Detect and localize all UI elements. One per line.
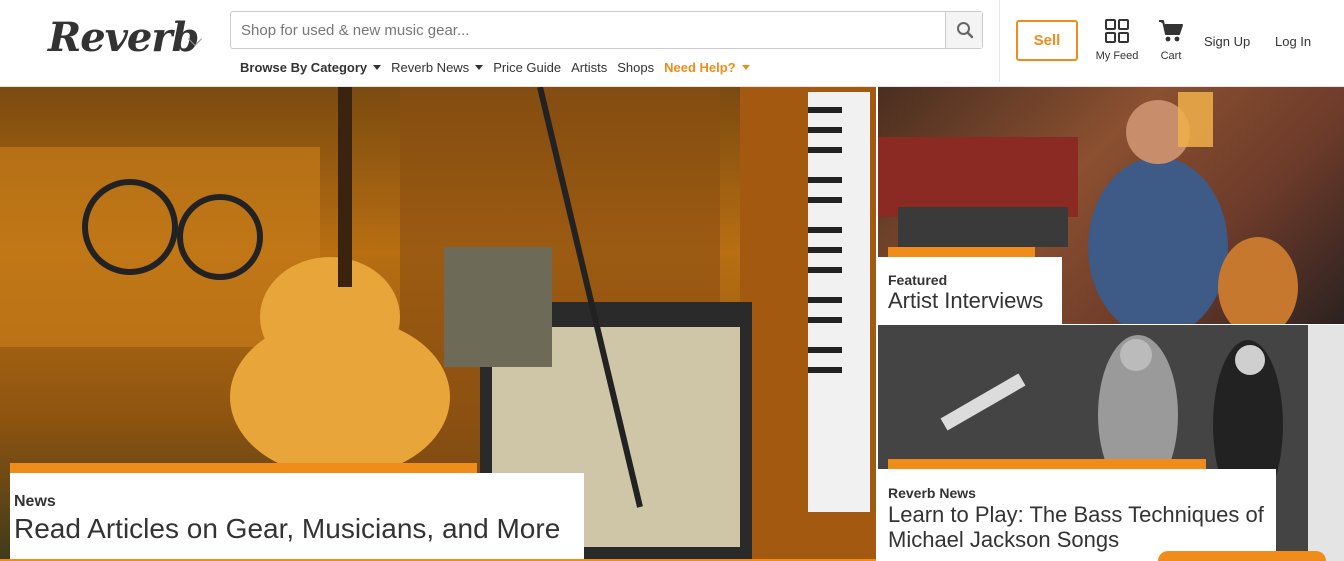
caption-headline[interactable]: Learn to Play: The Bass Techniques of Mi… xyxy=(888,502,1276,552)
cart-label: Cart xyxy=(1160,50,1182,62)
log-in-link[interactable]: Log In xyxy=(1275,34,1311,49)
artist-interviews-caption: Featured Artist Interviews xyxy=(878,247,1062,324)
caption-headline[interactable]: Read Articles on Gear, Musicians, and Mo… xyxy=(14,513,584,545)
nav-label: Shops xyxy=(617,60,655,75)
hero-news-caption: News Read Articles on Gear, Musicians, a… xyxy=(10,463,584,559)
caret-down-icon xyxy=(373,65,382,70)
accent-bar xyxy=(10,463,477,473)
caption-kicker: Featured xyxy=(888,272,948,288)
search-bar xyxy=(230,11,983,49)
nav-need-help[interactable]: Need Help? xyxy=(664,60,750,75)
caret-down-icon xyxy=(475,65,484,70)
caption-kicker: News xyxy=(14,493,56,510)
site-header: Reverb Browse By Category Reverb News Pr… xyxy=(0,0,1344,87)
my-feed-label: My Feed xyxy=(1095,50,1139,62)
bass-techniques-caption: Reverb News Learn to Play: The Bass Tech… xyxy=(878,459,1276,561)
nav-artists[interactable]: Artists xyxy=(571,60,607,75)
main-nav: Browse By Category Reverb News Price Gui… xyxy=(240,60,760,75)
nav-shops[interactable]: Shops xyxy=(617,60,654,75)
feedback-tab[interactable] xyxy=(1158,551,1326,561)
nav-label: Need Help? xyxy=(664,60,736,75)
cart-icon xyxy=(1159,20,1183,42)
hero-bass-techniques-tile[interactable]: Reverb News Learn to Play: The Bass Tech… xyxy=(878,325,1344,561)
header-divider xyxy=(999,0,1000,82)
my-feed-link[interactable]: My Feed xyxy=(1094,18,1140,62)
reverb-logo[interactable]: Reverb xyxy=(48,14,199,61)
nav-label: Browse By Category xyxy=(240,60,368,75)
sign-up-link[interactable]: Sign Up xyxy=(1204,34,1250,49)
nav-label: Artists xyxy=(571,60,608,75)
accent-bar xyxy=(888,247,1035,257)
cart-link[interactable]: Cart xyxy=(1152,18,1190,62)
search-icon xyxy=(957,22,974,39)
grid-icon xyxy=(1105,19,1129,43)
sell-button[interactable]: Sell xyxy=(1016,20,1078,61)
nav-label: Price Guide xyxy=(493,60,562,75)
caption-headline[interactable]: Artist Interviews xyxy=(888,288,1062,314)
nav-label: Reverb News xyxy=(391,60,470,75)
search-input[interactable] xyxy=(231,12,945,48)
hero-artist-interviews-tile[interactable]: Featured Artist Interviews xyxy=(878,87,1344,324)
nav-reverb-news[interactable]: Reverb News xyxy=(391,60,484,75)
caption-kicker: Reverb News xyxy=(888,485,976,501)
search-button[interactable] xyxy=(945,12,982,48)
accent-bar xyxy=(888,459,1206,469)
hero-news-tile[interactable]: News Read Articles on Gear, Musicians, a… xyxy=(0,87,876,561)
caret-down-icon xyxy=(741,65,750,70)
nav-price-guide[interactable]: Price Guide xyxy=(493,60,561,75)
nav-browse-by-category[interactable]: Browse By Category xyxy=(240,60,382,75)
